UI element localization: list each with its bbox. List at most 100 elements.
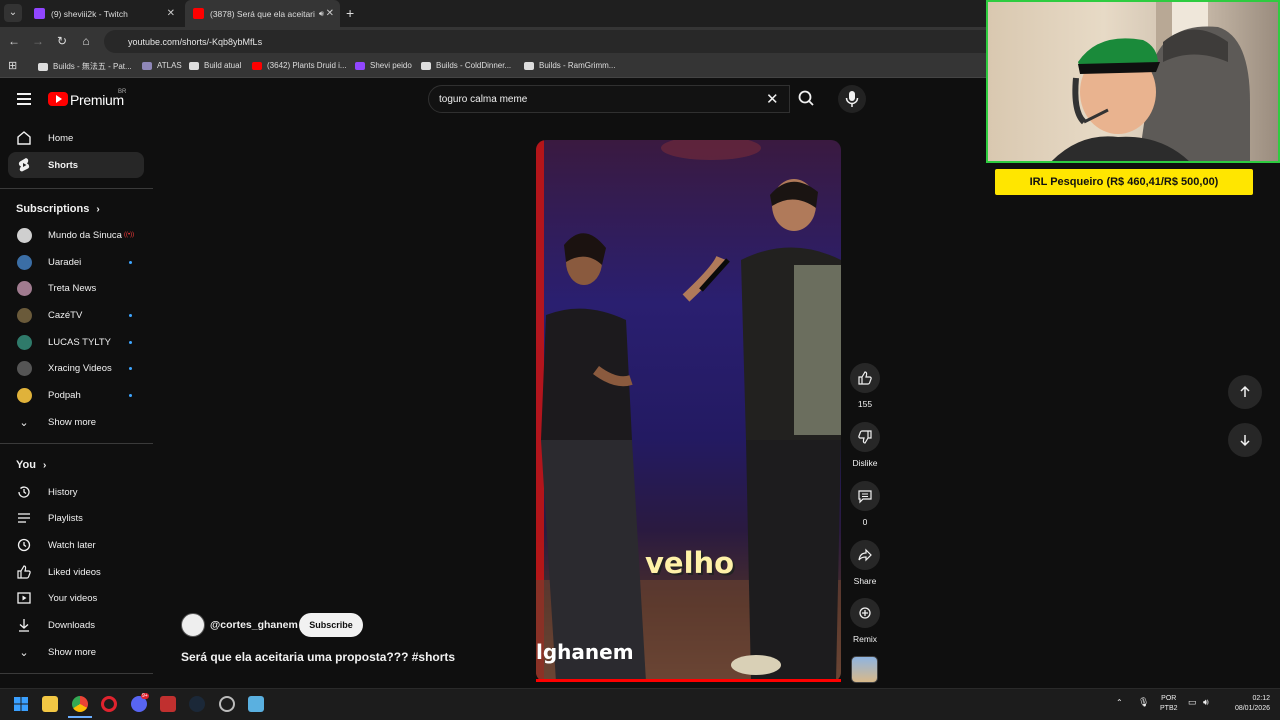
url-text[interactable]: youtube.com/shorts/-Kqb8ybMfLs	[128, 37, 262, 47]
volume-icon[interactable]: 🔊︎	[1203, 697, 1209, 708]
sidebar-divider	[0, 673, 153, 674]
next-short-button[interactable]	[1228, 423, 1262, 457]
sidebar-item-label: Watch later	[48, 539, 96, 551]
sidebar-item-label: Show more	[48, 416, 97, 428]
show-more-button[interactable]: ⌄ Show more	[8, 639, 144, 665]
show-more-button[interactable]: ⌄ Show more	[8, 409, 144, 435]
sidebar-subscription[interactable]: Uaradei	[8, 249, 144, 275]
app-icon[interactable]	[160, 696, 176, 712]
chrome-icon[interactable]	[72, 696, 88, 712]
steam-icon[interactable]	[189, 696, 205, 712]
playlists-icon	[16, 510, 32, 526]
video-progress-bar[interactable]	[536, 679, 841, 682]
channel-name[interactable]: @cortes_ghanem	[210, 619, 298, 631]
like-button[interactable]: 155	[848, 363, 882, 409]
bookmark[interactable]: ATLAS	[142, 61, 182, 70]
sidebar-item-liked-videos[interactable]: Liked videos	[8, 559, 144, 585]
sidebar-subscription[interactable]: Podpah	[8, 382, 144, 408]
file-explorer-icon[interactable]	[42, 696, 58, 712]
dislike-button[interactable]: Dislike	[848, 422, 882, 468]
sidebar-item-downloads[interactable]: Downloads	[8, 612, 144, 638]
sidebar-item-home[interactable]: Home	[8, 125, 144, 151]
tab-search-button[interactable]: ⌄	[4, 4, 22, 22]
youtube-premium-logo[interactable]: Premium	[70, 92, 124, 108]
youtube-logo-icon[interactable]	[48, 92, 68, 106]
shorts-video-player[interactable]	[536, 140, 841, 682]
sidebar-item-history[interactable]: History	[8, 479, 144, 505]
search-button[interactable]	[790, 85, 826, 113]
webcam-scene	[1051, 2, 1250, 161]
video-title[interactable]: Será que ela aceitaria uma proposta??? #…	[181, 650, 455, 664]
tab-label: (9) sheviii2k - Twitch	[51, 8, 128, 19]
youtube-icon	[193, 8, 204, 19]
previous-short-button[interactable]	[1228, 375, 1262, 409]
you-heading[interactable]: You ›	[16, 459, 46, 471]
back-icon[interactable]: ←	[6, 34, 22, 48]
bookmark[interactable]: Builds - 無法五 - Pat...	[38, 61, 132, 72]
app-icon[interactable]	[219, 696, 235, 712]
forward-icon[interactable]: →	[30, 34, 46, 48]
sidebar-item-playlists[interactable]: Playlists	[8, 505, 144, 531]
tab-youtube[interactable]: (3878) Será que ela aceitari 🔊︎ ✕	[185, 0, 340, 27]
bookmark[interactable]: Build atual	[189, 61, 241, 70]
close-tab-icon[interactable]: ✕	[326, 8, 334, 19]
arrow-up-icon	[1240, 385, 1250, 397]
reload-icon[interactable]: ↻	[54, 34, 70, 48]
sidebar-item-label: Shorts	[48, 159, 79, 171]
apps-icon[interactable]: ⊞	[8, 59, 17, 72]
sound-thumbnail[interactable]	[851, 656, 878, 683]
bookmark[interactable]: Builds - RamGrimm...	[524, 61, 615, 70]
bookmark[interactable]: (3642) Plants Druid i...	[252, 61, 347, 70]
network-icon[interactable]: ▭	[1188, 697, 1197, 708]
chevron-up-icon[interactable]: ⌃	[1116, 698, 1123, 707]
like-count: 155	[857, 399, 873, 409]
search-input[interactable]: toguro calma meme	[439, 94, 527, 105]
new-content-dot	[129, 341, 132, 344]
bookmark[interactable]: Shevi peido	[355, 61, 412, 70]
sidebar-item-your-videos[interactable]: Your videos	[8, 585, 144, 611]
clear-search-icon[interactable]: ✕	[766, 90, 779, 108]
sidebar-item-label: LUCAS TYLTY	[48, 336, 112, 348]
sidebar-subscription[interactable]: Xracing Videos	[8, 355, 144, 381]
sidebar-item-label: Mundo da Sinuca	[48, 229, 122, 241]
sidebar-subscription[interactable]: CazéTV	[8, 302, 144, 328]
remix-icon	[859, 607, 871, 619]
thumbs-down-icon	[858, 430, 872, 444]
speaker-icon[interactable]: 🔊︎	[319, 9, 324, 19]
close-tab-icon[interactable]: ✕	[167, 8, 175, 19]
home-icon[interactable]: ⌂	[78, 34, 94, 48]
dislike-label: Dislike	[852, 458, 878, 468]
sidebar-item-label: Show more	[48, 646, 97, 658]
system-clock[interactable]: 02:12 08/01/2026	[1226, 694, 1270, 714]
channel-avatar[interactable]	[181, 613, 205, 637]
opera-icon[interactable]	[101, 696, 117, 712]
new-tab-button[interactable]: +	[346, 5, 354, 21]
remix-button[interactable]: Remix	[848, 598, 882, 644]
streamer-webcam-overlay	[986, 0, 1280, 163]
sidebar-subscription[interactable]: LUCAS TYLTY	[8, 329, 144, 355]
subscribe-button[interactable]: Subscribe	[299, 613, 363, 637]
live-icon: ((•))	[124, 232, 135, 238]
comments-button[interactable]: 0	[848, 481, 882, 527]
sidebar-divider	[0, 443, 153, 444]
sidebar-item-shorts[interactable]: Shorts	[8, 152, 144, 178]
windows-start-icon[interactable]	[13, 696, 29, 712]
share-button[interactable]: Share	[848, 540, 882, 586]
your-videos-icon	[16, 590, 32, 606]
notepad-icon[interactable]	[248, 696, 264, 712]
keyboard-language[interactable]: POR PTB2	[1160, 694, 1178, 714]
sidebar-item-label: Uaradei	[48, 256, 82, 268]
sidebar-item-label: Liked videos	[48, 566, 101, 578]
sidebar-subscription[interactable]: Treta News	[8, 275, 144, 301]
menu-icon[interactable]	[17, 93, 31, 105]
voice-search-button[interactable]	[838, 85, 866, 113]
bookmark[interactable]: Builds - ColdDinner...	[421, 61, 511, 70]
liked-videos-icon	[16, 564, 32, 580]
avatar	[16, 387, 32, 403]
sidebar-item-watch-later[interactable]: Watch later	[8, 532, 144, 558]
tab-twitch[interactable]: (9) sheviii2k - Twitch ✕	[26, 0, 181, 27]
watch-later-icon	[16, 537, 32, 553]
microphone-icon[interactable]: 🎙︎	[1138, 697, 1149, 708]
chevron-right-icon: ›	[43, 460, 47, 471]
subscriptions-heading[interactable]: Subscriptions ›	[16, 203, 100, 215]
